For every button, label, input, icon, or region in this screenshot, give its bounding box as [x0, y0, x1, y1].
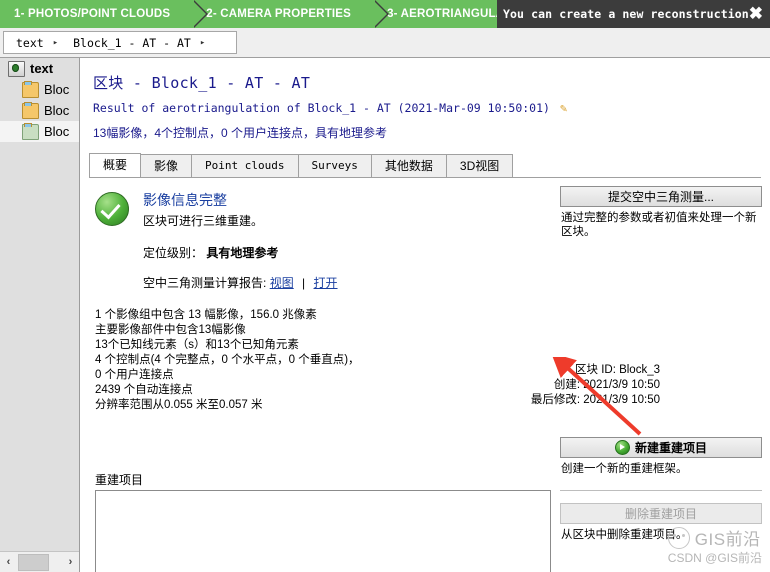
- stat-line: 2439 个自动连接点: [95, 384, 193, 396]
- tab-bar: 概要 影像 Point clouds Surveys 其他数据 3D视图: [89, 153, 761, 178]
- report-view-link[interactable]: 视图: [270, 276, 294, 290]
- tree-item-project-root[interactable]: text: [0, 58, 79, 79]
- chevron-right-icon: ▸: [52, 37, 59, 48]
- report-open-link[interactable]: 打开: [314, 276, 338, 290]
- submit-aerotriangulation-help: 通过完整的参数或者初值来处理一个新区块。: [561, 212, 757, 238]
- stat-line: 分辨率范围从0.055 米至0.057 米: [95, 399, 263, 411]
- wizard-step-label: 2- CAMERA PROPERTIES: [206, 8, 352, 20]
- folder-icon: [22, 80, 39, 98]
- report-row: 空中三角测量计算报告: 视图 | 打开: [143, 274, 338, 291]
- tooltip-banner: You can create a new reconstruction. ✖: [497, 0, 770, 28]
- status-subtext: 区块可进行三维重建。: [143, 214, 264, 228]
- project-tree-panel: text Bloc Bloc Bloc ‹ ›: [0, 58, 80, 572]
- breadcrumb-bar: text ▸ Block_1 - AT - AT ▸: [0, 28, 770, 58]
- wizard-step-photos[interactable]: 1- PHOTOS/POINT CLOUDS: [0, 0, 209, 28]
- tree-item-block-1[interactable]: Bloc: [0, 79, 79, 100]
- tree-item-label: Bloc: [44, 82, 70, 97]
- status-heading: 影像信息完整: [143, 192, 227, 208]
- new-reconstruction-button[interactable]: 新建重建项目: [560, 437, 762, 458]
- scroll-left-icon[interactable]: ‹: [0, 553, 17, 572]
- block-statistics: 1 个影像组中包含 13 幅影像，156.0 兆像素 主要影像部件中包含13幅影…: [95, 308, 360, 413]
- stat-line: 主要影像部件中包含13幅影像: [95, 324, 246, 336]
- stat-line: 1 个影像组中包含 13 幅影像，156.0 兆像素: [95, 309, 317, 321]
- wizard-step-label: 1- PHOTOS/POINT CLOUDS: [14, 8, 171, 20]
- folder-green-icon: [22, 122, 39, 140]
- pencil-icon[interactable]: ✎: [560, 101, 567, 115]
- page-title: 区块 - Block_1 - AT - AT: [93, 74, 311, 92]
- tab-other-data[interactable]: 其他数据: [370, 154, 447, 177]
- new-reconstruction-label: 新建重建项目: [634, 441, 707, 455]
- close-icon[interactable]: ✖: [749, 2, 763, 26]
- tab-overview[interactable]: 概要: [89, 153, 142, 177]
- report-label: 空中三角测量计算报告:: [143, 276, 267, 290]
- stat-line: 13个已知线元素（s）和13个已知角元素: [95, 339, 299, 351]
- delete-reconstruction-help: 从区块中删除重建项目。: [561, 529, 688, 541]
- page-description: 13幅影像，4个控制点，0 个用户连接点，具有地理参考: [93, 126, 388, 140]
- tree-horizontal-scrollbar[interactable]: ‹ ›: [0, 551, 79, 572]
- report-separator: |: [302, 276, 306, 290]
- success-check-icon: [95, 192, 129, 226]
- reconstructions-list[interactable]: [95, 490, 551, 572]
- folder-icon: [22, 101, 39, 119]
- subtitle-text: Result of aerotriangulation of Block_1 -…: [93, 101, 550, 115]
- positioning-level-label: 定位级别：: [143, 246, 204, 260]
- scrollbar-thumb[interactable]: [18, 553, 49, 571]
- tree-item-label: Bloc: [44, 103, 70, 118]
- stat-line: 4 个控制点(4 个完整点，0 个水平点，0 个垂直点)，: [95, 354, 360, 366]
- submit-aerotriangulation-button[interactable]: 提交空中三角测量...: [560, 186, 762, 207]
- divider: [560, 490, 762, 491]
- stat-line: 0 个用户连接点: [95, 369, 174, 381]
- tab-photos[interactable]: 影像: [140, 154, 193, 177]
- status-text-group: 影像信息完整 区块可进行三维重建。 定位级别： 具有地理参考 空中三角测量计算报…: [143, 190, 338, 291]
- breadcrumb-node[interactable]: Block_1 - AT - AT: [61, 36, 197, 50]
- tree-item-block-2[interactable]: Bloc: [0, 100, 79, 121]
- tooltip-message: You can create a new reconstruction.: [503, 7, 756, 21]
- chevron-right-icon[interactable]: ▸: [197, 38, 208, 48]
- go-arrow-icon: [614, 440, 630, 455]
- breadcrumb[interactable]: text ▸ Block_1 - AT - AT ▸: [3, 31, 237, 54]
- positioning-level-row: 定位级别： 具有地理参考: [143, 244, 338, 261]
- delete-reconstruction-button: 删除重建项目: [560, 503, 762, 524]
- wizard-step-camera-properties[interactable]: 2- CAMERA PROPERTIES: [192, 0, 389, 28]
- tab-3d-view[interactable]: 3D视图: [445, 154, 514, 177]
- tree-item-label: text: [30, 61, 54, 76]
- new-reconstruction-help: 创建一个新的重建框架。: [561, 463, 688, 475]
- breadcrumb-root[interactable]: text: [4, 36, 50, 50]
- positioning-level-value: 具有地理参考: [206, 246, 279, 260]
- project-icon: [8, 60, 25, 77]
- main-content: 区块 - Block_1 - AT - AT Result of aerotri…: [81, 58, 770, 572]
- page-subtitle: Result of aerotriangulation of Block_1 -…: [93, 101, 567, 115]
- tree-item-label: Bloc: [44, 124, 70, 139]
- actions-panel: 提交空中三角测量... 通过完整的参数或者初值来处理一个新区块。 新建重建项目 …: [560, 186, 762, 542]
- status-block: 影像信息完整 区块可进行三维重建。 定位级别： 具有地理参考 空中三角测量计算报…: [95, 190, 338, 291]
- scroll-right-icon[interactable]: ›: [62, 553, 79, 572]
- tab-point-clouds[interactable]: Point clouds: [191, 154, 299, 177]
- tab-surveys[interactable]: Surveys: [297, 154, 372, 177]
- tree-item-block-3[interactable]: Bloc: [0, 121, 79, 142]
- reconstructions-section-label: 重建项目: [95, 473, 144, 487]
